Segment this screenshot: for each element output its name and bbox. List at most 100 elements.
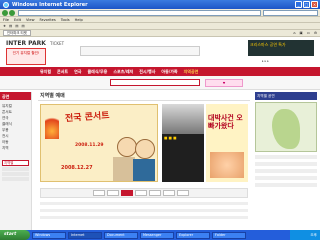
links-icon[interactable]: ▤ xyxy=(15,24,18,28)
menu-favorites[interactable]: Favorites xyxy=(40,18,56,22)
menu-view[interactable]: View xyxy=(26,18,35,22)
home-icon[interactable]: ⌂ xyxy=(293,31,295,35)
tools-icon[interactable]: ⚙ xyxy=(314,31,317,35)
performer-figure xyxy=(113,157,135,181)
utility-links[interactable]: ▸ ▸ ▸ xyxy=(262,59,269,63)
web-page: INTER PARK TICKET 인기 뮤지컬 할인! 크리스마스 공연 특가… xyxy=(0,37,320,230)
taskbar-item[interactable]: Explorer xyxy=(176,231,210,239)
performer-face xyxy=(135,139,155,159)
sidebar-box-line[interactable] xyxy=(2,177,29,181)
start-button[interactable]: start xyxy=(0,230,30,240)
forward-icon[interactable] xyxy=(9,9,15,16)
list-item[interactable] xyxy=(255,176,317,180)
maximize-button[interactable]: □ xyxy=(303,1,310,8)
page-title: 지역별 예매 xyxy=(38,92,250,101)
taskbar: start Windows Internet Document Messenge… xyxy=(0,230,320,240)
poster-title: 대박사건 오빠가왔다 xyxy=(208,114,243,130)
site-logo[interactable]: INTER PARK TICKET xyxy=(6,40,64,47)
menu-file[interactable]: File xyxy=(3,18,9,22)
banner-title: 전국 콘서트 xyxy=(64,111,110,125)
nav-exhibition[interactable]: 전시/행사 xyxy=(139,69,155,75)
concert-banner[interactable]: 전국 콘서트 2008.11.29 2008.12.27 xyxy=(40,104,158,182)
menu-edit[interactable]: Edit xyxy=(14,18,21,22)
address-bar[interactable] xyxy=(18,9,261,16)
list-item[interactable] xyxy=(255,169,317,173)
content-list xyxy=(40,202,248,223)
nav-sports[interactable]: 스포츠/레저 xyxy=(113,69,133,75)
tab-bar: 인터파크 티켓 ⌂ ▣ ▭ ⚙ xyxy=(0,30,320,37)
main-navigation: 뮤지컬 콘서트 연극 클래식/무용 스포츠/레저 전시/행사 아동/가족 지역공… xyxy=(0,67,320,76)
taskbar-item[interactable]: Document xyxy=(104,231,138,239)
sidebar-box-line[interactable] xyxy=(2,172,29,176)
address-toolbar xyxy=(0,9,320,17)
map-land xyxy=(272,109,300,149)
right-list xyxy=(255,155,317,187)
search-bar-area: ♥ xyxy=(0,76,320,90)
print-icon[interactable]: ▣ xyxy=(300,31,303,35)
taskbar-item[interactable]: Messenger xyxy=(140,231,174,239)
window-controls: _ □ × xyxy=(295,1,318,8)
nav-regional[interactable]: 지역공연 xyxy=(184,69,199,75)
right-panel: 지역별 공연 xyxy=(255,92,317,230)
logo-text: INTER PARK xyxy=(6,40,46,47)
main-content: 지역별 예매 전국 콘서트 2008.11.29 2008.12.27 ■ ■ … xyxy=(38,92,250,230)
tab-current[interactable]: 인터파크 티켓 xyxy=(3,30,31,36)
thumbnail-selected[interactable] xyxy=(121,190,133,196)
performer-figure xyxy=(133,159,155,181)
nav-classic[interactable]: 클래식/무용 xyxy=(87,69,107,75)
thumbnail[interactable] xyxy=(107,190,119,196)
site-search-input[interactable] xyxy=(110,79,200,86)
thumbnail[interactable] xyxy=(93,190,105,196)
small-ad-banner[interactable]: ♥ xyxy=(205,79,243,87)
search-input[interactable] xyxy=(263,9,318,16)
nav-musical[interactable]: 뮤지컬 xyxy=(40,69,51,75)
sidebar-item[interactable]: 지역 xyxy=(2,145,29,151)
taskbar-item-active[interactable]: Internet xyxy=(68,231,102,239)
system-tray-clock: 오후 xyxy=(290,230,320,240)
back-icon[interactable] xyxy=(2,9,8,16)
links-toolbar: ★ ▤ ▤ ▤ xyxy=(0,23,320,30)
page-icon[interactable]: ▭ xyxy=(307,31,310,35)
menu-tools[interactable]: Tools xyxy=(61,18,70,22)
list-item[interactable] xyxy=(40,202,248,205)
list-item[interactable] xyxy=(255,183,317,187)
logo-subtext: TICKET xyxy=(50,41,65,46)
sidebar-header: 공연 xyxy=(0,92,31,100)
banner-date-1: 2008.11.29 xyxy=(75,143,104,148)
sidebar-box-line[interactable] xyxy=(2,167,29,171)
taskbar-item[interactable]: Folder xyxy=(212,231,246,239)
sidebar-menu: 뮤지컬 콘서트 연극 클래식 무용 전시 아동 지역 xyxy=(0,100,31,154)
show-poster-a[interactable]: ■ ■ ■ xyxy=(162,104,204,182)
nav-kids[interactable]: 아동/가족 xyxy=(161,69,177,75)
banner-date-2: 2008.12.27 xyxy=(61,165,93,171)
left-sidebar: 공연 뮤지컬 콘서트 연극 클래식 무용 전시 아동 지역 지역별 xyxy=(0,92,32,230)
taskbar-item[interactable]: Windows xyxy=(32,231,66,239)
thumbnail[interactable] xyxy=(149,190,161,196)
favorites-star-icon[interactable]: ★ xyxy=(3,24,6,28)
show-poster-b[interactable]: 대박사건 오빠가왔다 xyxy=(206,104,248,182)
list-item[interactable] xyxy=(40,216,248,219)
nav-concert[interactable]: 콘서트 xyxy=(57,69,68,75)
thumbnail[interactable] xyxy=(135,190,147,196)
thumbnail[interactable] xyxy=(177,190,189,196)
list-item[interactable] xyxy=(255,162,317,166)
poster-caption: ■ ■ ■ xyxy=(164,136,177,140)
list-item[interactable] xyxy=(40,209,248,212)
sidebar-box-title: 지역별 xyxy=(2,160,29,166)
nav-play[interactable]: 연극 xyxy=(74,69,81,75)
list-item[interactable] xyxy=(255,155,317,159)
region-map[interactable] xyxy=(255,102,317,152)
banner-thumbnails xyxy=(40,188,248,198)
promo-banner-right[interactable]: 크리스마스 공연 특가 xyxy=(248,40,314,56)
links-icon[interactable]: ▤ xyxy=(9,24,12,28)
thumbnail[interactable] xyxy=(163,190,175,196)
menu-help[interactable]: Help xyxy=(75,18,83,22)
links-icon[interactable]: ▤ xyxy=(21,24,24,28)
minimize-button[interactable]: _ xyxy=(295,1,302,8)
window-titlebar: Windows Internet Explorer _ □ × xyxy=(0,0,320,9)
promo-banner-left[interactable]: 인기 뮤지컬 할인! xyxy=(6,48,46,65)
internet-explorer-icon xyxy=(3,1,9,8)
promo-banner-center[interactable] xyxy=(80,46,200,56)
close-button[interactable]: × xyxy=(311,1,318,8)
performer-face xyxy=(117,137,137,157)
